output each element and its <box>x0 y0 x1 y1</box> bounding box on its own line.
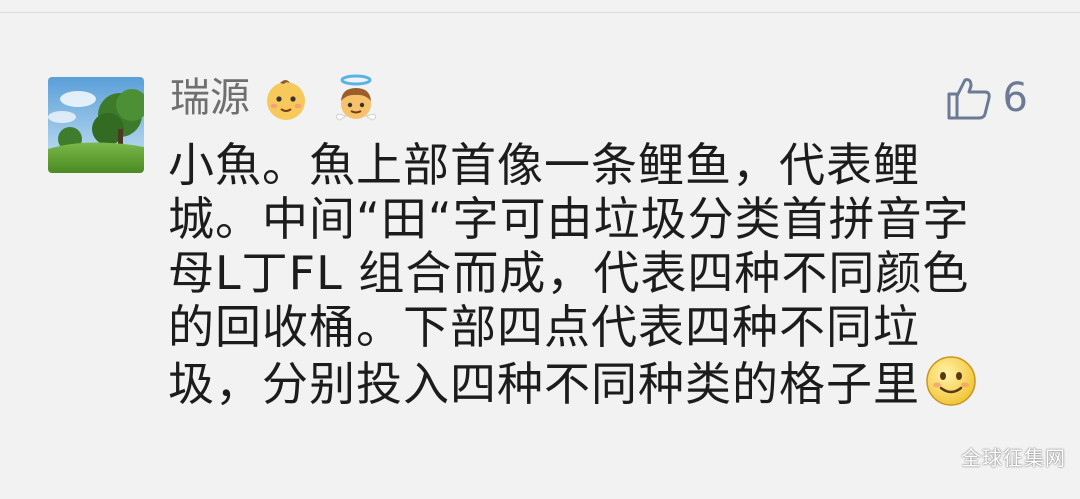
comment-line-last: 圾，分别投入四种不同种类的格子里 <box>168 354 1028 411</box>
comment-line-text: 圾，分别投入四种不同种类的格子里 <box>168 357 920 411</box>
comment-line: 城。中间“田“字可由垃圾分类首拼音字 <box>168 192 970 246</box>
comment-header: 瑞源 <box>170 70 380 126</box>
avatar-landscape-image <box>48 77 144 173</box>
avatar[interactable] <box>48 77 144 173</box>
angel-face-icon <box>332 74 380 122</box>
watermark: 全球征集网 <box>961 446 1066 470</box>
comment-text: 小魚。魚上部首像一条鲤鱼，代表鲤 城。中间“田“字可由垃圾分类首拼音字 母L丁F… <box>168 138 1028 411</box>
smile-face-icon <box>924 354 978 408</box>
comment-line: 的回收桶。下部四点代表四种不同垃 <box>168 300 920 354</box>
top-divider <box>0 12 1080 13</box>
comment-line: 母L丁FL 组合而成，代表四种不同颜色 <box>168 246 970 300</box>
like-button[interactable]: 6 <box>945 70 1028 126</box>
like-count: 6 <box>1002 75 1028 121</box>
thumbs-up-icon <box>945 74 993 122</box>
comment-line: 小魚。魚上部首像一条鲤鱼，代表鲤 <box>168 138 920 192</box>
username[interactable]: 瑞源 <box>170 70 250 126</box>
baby-face-icon <box>262 74 310 122</box>
